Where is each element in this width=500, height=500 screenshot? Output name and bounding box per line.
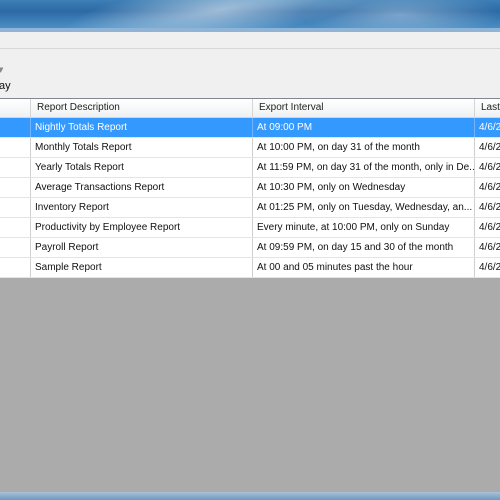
last-cell: 4/6/2 bbox=[475, 158, 500, 177]
table-row[interactable]: Productivity by Employee Report Every mi… bbox=[0, 218, 500, 238]
report-description-cell: Average Transactions Report bbox=[31, 178, 253, 197]
table-row[interactable]: Sample Report At 00 and 05 minutes past … bbox=[0, 258, 500, 278]
export-interval-cell: At 00 and 05 minutes past the hour bbox=[253, 258, 475, 277]
table-row[interactable]: Payroll Report At 09:59 PM, on day 15 an… bbox=[0, 238, 500, 258]
last-cell: 4/6/2 bbox=[475, 238, 500, 257]
column-header-row-selector[interactable] bbox=[0, 99, 31, 117]
row-selector-cell[interactable] bbox=[0, 118, 31, 137]
report-description-cell: Monthly Totals Report bbox=[31, 138, 253, 157]
export-interval-cell: At 10:30 PM, only on Wednesday bbox=[253, 178, 475, 197]
column-header-report-description[interactable]: Report Description bbox=[31, 99, 253, 117]
last-cell: 4/6/2 bbox=[475, 138, 500, 157]
report-description-cell: Inventory Report bbox=[31, 198, 253, 217]
export-interval-cell: At 01:25 PM, only on Tuesday, Wednesday,… bbox=[253, 198, 475, 217]
toolbar-label: ay bbox=[0, 80, 11, 92]
report-description-cell: Payroll Report bbox=[31, 238, 253, 257]
report-description-cell: Yearly Totals Report bbox=[31, 158, 253, 177]
table-row[interactable]: Nightly Totals Report At 09:00 PM 4/6/2 bbox=[0, 118, 500, 138]
row-selector-cell[interactable] bbox=[0, 138, 31, 157]
column-header-last[interactable]: Last bbox=[475, 99, 500, 117]
table-row[interactable]: Inventory Report At 01:25 PM, only on Tu… bbox=[0, 198, 500, 218]
export-interval-cell: At 11:59 PM, on day 31 of the month, onl… bbox=[253, 158, 475, 177]
export-interval-cell: Every minute, at 10:00 PM, only on Sunda… bbox=[253, 218, 475, 237]
report-description-cell: Sample Report bbox=[31, 258, 253, 277]
column-header-export-interval[interactable]: Export Interval bbox=[253, 99, 475, 117]
last-cell: 4/6/2 bbox=[475, 258, 500, 277]
row-selector-cell[interactable] bbox=[0, 238, 31, 257]
row-selector-cell[interactable] bbox=[0, 178, 31, 197]
table-row[interactable]: Yearly Totals Report At 11:59 PM, on day… bbox=[0, 158, 500, 178]
last-cell: 4/6/2 bbox=[475, 178, 500, 197]
row-selector-cell[interactable] bbox=[0, 158, 31, 177]
last-cell: 4/6/2 bbox=[475, 118, 500, 137]
reports-grid[interactable]: Report Description Export Interval Last … bbox=[0, 98, 500, 279]
report-description-cell: Productivity by Employee Report bbox=[31, 218, 253, 237]
report-description-cell: Nightly Totals Report bbox=[31, 118, 253, 137]
row-selector-cell[interactable] bbox=[0, 198, 31, 217]
grid-header: Report Description Export Interval Last bbox=[0, 99, 500, 118]
table-row[interactable]: Average Transactions Report At 10:30 PM,… bbox=[0, 178, 500, 198]
last-cell: 4/6/2 bbox=[475, 198, 500, 217]
window-title-bar[interactable] bbox=[0, 0, 500, 28]
row-selector-cell[interactable] bbox=[0, 218, 31, 237]
row-selector-cell[interactable] bbox=[0, 258, 31, 277]
toolbar bbox=[0, 32, 500, 98]
table-row[interactable]: Monthly Totals Report At 10:00 PM, on da… bbox=[0, 138, 500, 158]
toolbar-divider bbox=[0, 48, 500, 49]
last-cell: 4/6/2 bbox=[475, 218, 500, 237]
grid-empty-area bbox=[0, 278, 500, 492]
title-bar-sheen-secondary bbox=[300, 0, 500, 28]
export-interval-cell: At 09:00 PM bbox=[253, 118, 475, 137]
export-interval-cell: At 10:00 PM, on day 31 of the month bbox=[253, 138, 475, 157]
export-interval-cell: At 09:59 PM, on day 15 and 30 of the mon… bbox=[253, 238, 475, 257]
window-frame-bottom bbox=[0, 492, 500, 500]
chevron-down-icon[interactable]: ▼ bbox=[0, 67, 3, 74]
